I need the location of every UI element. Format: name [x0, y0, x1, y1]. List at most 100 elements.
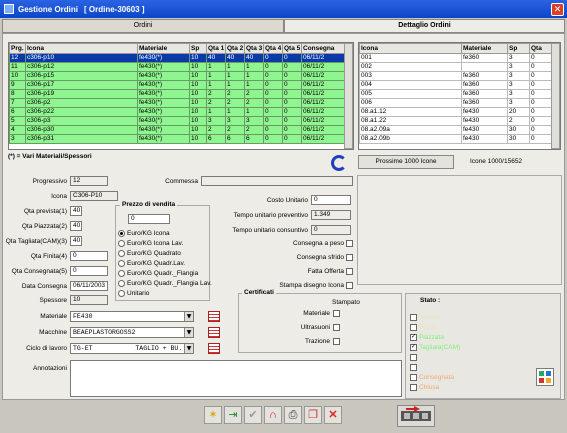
print-icon[interactable]: ⎙	[284, 406, 302, 424]
table-row[interactable]: 08.a2.09b fe430 30 0	[359, 134, 554, 144]
stato-checkbox[interactable]	[410, 364, 417, 371]
tab-dettaglio-ordini[interactable]: Dettaglio Ordini	[284, 19, 565, 33]
table-row[interactable]: 004 fe360 3 0	[359, 80, 554, 90]
prezzo-option[interactable]: Euro/KG Quadr._Flangia Lav.	[118, 280, 212, 290]
column-header[interactable]: Qta 3	[244, 43, 264, 54]
orders-table[interactable]: Prg. Icona Materiale Sp Qta 1 Qta 2 Qta 3 Qta 4…	[8, 42, 354, 150]
qta-consegnata-field[interactable]: 0	[70, 266, 108, 276]
data-consegna-field[interactable]: 06/11/2003	[70, 281, 108, 291]
prezzo-option[interactable]: Euro/KG Quadrato	[118, 250, 210, 260]
annotazioni-textarea[interactable]	[70, 360, 402, 397]
table-row[interactable]: 005 fe360 3 0	[359, 89, 554, 99]
refresh-icon[interactable]	[331, 155, 347, 171]
table-row[interactable]: 8 c306-p19 fe430(*) 10 2 2 2 0 0 06/11/2	[9, 89, 347, 99]
radio-button[interactable]	[118, 240, 125, 247]
radio-button[interactable]	[118, 230, 125, 237]
stato-checkbox[interactable]	[410, 374, 417, 381]
certificato-checkbox[interactable]	[333, 310, 340, 317]
table-row[interactable]: 003 fe360 3 0	[359, 71, 554, 81]
stato-checkbox[interactable]	[410, 324, 417, 331]
prezzo-option[interactable]: Euro/KG Quadr.Lav.	[118, 260, 210, 270]
delete-icon[interactable]: ✕	[324, 406, 342, 424]
table-row[interactable]: 7 c306-p2 fe430(*) 10 2 2 2 0 0 06/11/2	[9, 98, 347, 108]
copy-icon[interactable]: ❐	[304, 406, 322, 424]
table-row[interactable]: 3 c306-p31 fe430(*) 10 6 6 6 0 0 06/11/2	[9, 134, 347, 144]
stato-checkbox[interactable]	[410, 314, 417, 321]
table-row[interactable]: 12 c306-p10 fe430(*) 10 40 40 40 0 0 06/11/2	[9, 53, 347, 63]
radio-button[interactable]	[118, 250, 125, 257]
machine-icon[interactable]	[397, 405, 435, 427]
import-icon[interactable]: ⇥	[224, 406, 242, 424]
radio-button[interactable]	[118, 280, 125, 287]
qta-finita-field[interactable]: 0	[70, 251, 108, 261]
column-header[interactable]: Materiale	[137, 43, 190, 54]
detail-scrollbar[interactable]	[551, 43, 560, 149]
stato-checkbox[interactable]: ✓	[410, 334, 417, 341]
table-cell: 0	[529, 80, 554, 90]
radio-button[interactable]	[118, 290, 125, 297]
column-header[interactable]: Consegna	[301, 43, 347, 54]
column-header[interactable]: Sp	[189, 43, 207, 54]
table-row[interactable]: 08.a1.12 fe430 20 0	[359, 107, 554, 117]
ciclo-table-icon[interactable]	[208, 343, 220, 354]
stato-checkbox[interactable]	[410, 354, 417, 361]
certificato-checkbox[interactable]	[333, 324, 340, 331]
costo-unitario-field[interactable]: 0	[311, 195, 351, 205]
table-row[interactable]: 002 3 0	[359, 62, 554, 72]
macchine-select[interactable]: BEAEPLASTORGOSS2 ▼	[70, 327, 194, 338]
table-row[interactable]: 006 fe360 3 0	[359, 98, 554, 108]
qta-tagliata-field[interactable]: 40	[70, 236, 82, 246]
fatta-offerta-checkbox[interactable]	[346, 268, 353, 275]
column-header[interactable]: Qta 2	[225, 43, 245, 54]
table-row[interactable]: 9 c306-p17 fe430(*) 10 1 1 1 0 0 06/11/2	[9, 80, 347, 90]
confirm-icon[interactable]: ✔	[244, 406, 262, 424]
table-cell: 6	[9, 107, 26, 117]
qta-prevista-field[interactable]: 40	[70, 206, 82, 216]
column-header[interactable]: Prg.	[9, 43, 26, 54]
stato-checkbox[interactable]	[410, 384, 417, 391]
prezzo-field[interactable]: 0	[128, 214, 170, 224]
column-header[interactable]: Qta 1	[206, 43, 226, 54]
certificato-checkbox[interactable]	[333, 338, 340, 345]
table-row[interactable]: 6 c306-p22 fe430(*) 10 1 1 1 0 0 06/11/2	[9, 107, 347, 117]
prezzo-option[interactable]: Euro/KG Quadr._Flangia	[118, 270, 210, 280]
orders-scrollbar[interactable]	[344, 43, 353, 149]
prezzo-option[interactable]: Unitario	[118, 290, 210, 300]
table-row[interactable]: 001 fe360 3 0	[359, 53, 554, 63]
ciclo-select[interactable]: TG-ET TAGLIO + BU. ▼	[70, 343, 194, 354]
materiale-select[interactable]: FE430 ▼	[70, 311, 194, 322]
column-header[interactable]: Icona	[25, 43, 138, 54]
consegna-sfrido-checkbox[interactable]	[346, 254, 353, 261]
table-cell: 3	[507, 71, 530, 81]
stato-checkbox[interactable]: ✓	[410, 344, 417, 351]
close-button[interactable]: ✕	[551, 3, 564, 16]
table-row[interactable]: 10 c306-p15 fe430(*) 10 1 1 1 0 0 06/11/2	[9, 71, 347, 81]
detail-table[interactable]: Icona Materiale Sp Qta 001 fe360 3 0 002 3 0 003 fe…	[358, 42, 561, 150]
column-header[interactable]: Qta 4	[263, 43, 283, 54]
magnet-icon[interactable]: ∩	[264, 406, 282, 424]
report-icon[interactable]	[536, 368, 554, 386]
column-header[interactable]: Qta	[529, 43, 554, 54]
next-icons-button[interactable]: Prossime 1000 Icone	[358, 155, 454, 169]
stampa-disegno-checkbox[interactable]	[346, 282, 353, 289]
radio-button[interactable]	[118, 260, 125, 267]
qta-piazzata-field[interactable]: 40	[70, 221, 82, 231]
macchine-table-icon[interactable]	[208, 327, 220, 338]
table-row[interactable]: 4 c306-p30 fe430(*) 10 2 2 2 0 0 06/11/2	[9, 125, 347, 135]
table-cell: 1	[225, 71, 245, 81]
column-header[interactable]: Icona	[359, 43, 462, 54]
column-header[interactable]: Qta 5	[282, 43, 302, 54]
column-header[interactable]: Sp	[507, 43, 530, 54]
prezzo-option[interactable]: Euro/KG Icona	[118, 230, 210, 240]
new-order-icon[interactable]: ✶	[204, 406, 222, 424]
table-row[interactable]: 5 c306-p3 fe430(*) 10 3 3 3 0 0 06/11/2	[9, 116, 347, 126]
table-row[interactable]: 08.a1.22 fe430 2 0	[359, 116, 554, 126]
radio-button[interactable]	[118, 270, 125, 277]
tab-ordini[interactable]: Ordini	[2, 19, 284, 33]
materiale-table-icon[interactable]	[208, 311, 220, 322]
column-header[interactable]: Materiale	[461, 43, 508, 54]
table-row[interactable]: 11 c306-p12 fe430(*) 10 1 1 1 0 0 06/11/2	[9, 62, 347, 72]
prezzo-option[interactable]: Euro/KG Icona Lav.	[118, 240, 210, 250]
consegna-peso-checkbox[interactable]	[346, 240, 353, 247]
table-row[interactable]: 08.a2.09a fe430 30 0	[359, 125, 554, 135]
